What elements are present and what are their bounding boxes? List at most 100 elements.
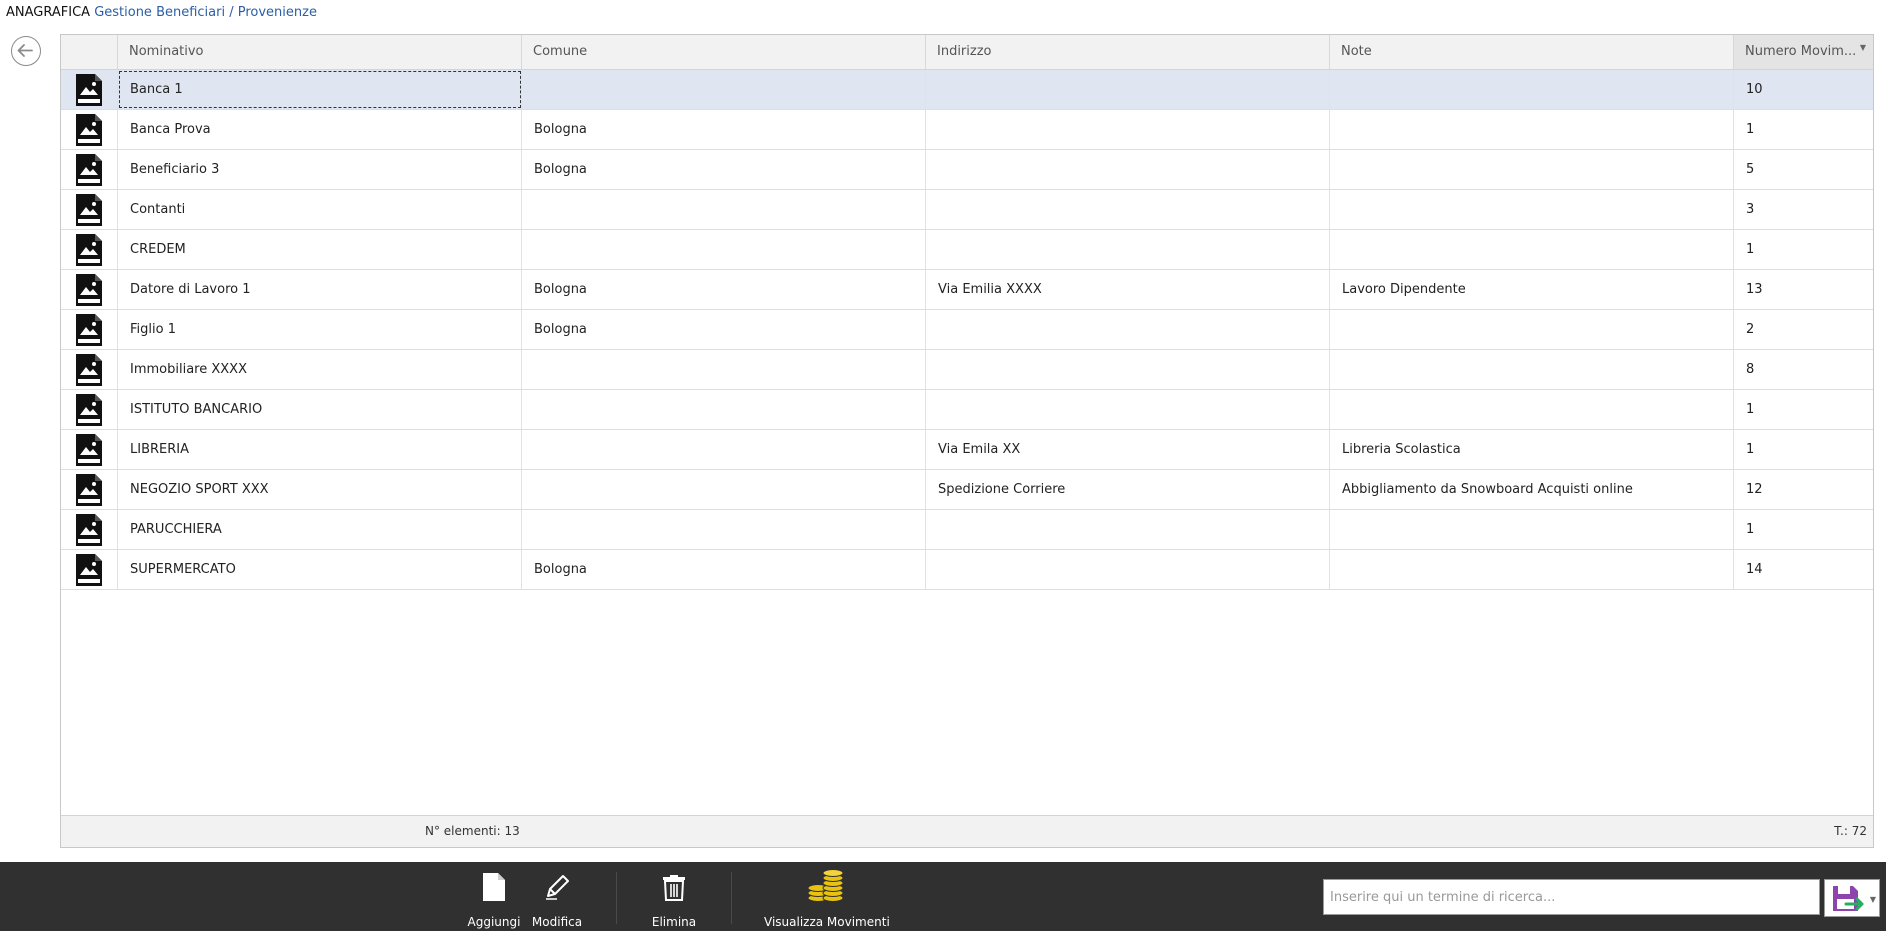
cell-indirizzo[interactable] [926,390,1330,429]
cell-nominativo[interactable]: Beneficiario 3 [118,150,522,189]
row-image-cell[interactable] [61,310,118,349]
table-row[interactable]: ISTITUTO BANCARIO 1 [61,390,1873,430]
cell-indirizzo[interactable] [926,510,1330,549]
table-row[interactable]: Banca Prova Bologna 1 [61,110,1873,150]
cell-note[interactable]: Abbigliamento da Snowboard Acquisti onli… [1330,470,1734,509]
cell-comune[interactable] [522,390,926,429]
cell-numero-movimenti[interactable]: 1 [1734,430,1873,469]
column-header-indirizzo[interactable]: Indirizzo [926,35,1330,69]
cell-indirizzo[interactable]: Spedizione Corriere [926,470,1330,509]
cell-numero-movimenti[interactable]: 1 [1734,510,1873,549]
cell-note[interactable] [1330,310,1734,349]
cell-indirizzo[interactable]: Via Emilia XXXX [926,270,1330,309]
save-button[interactable]: ▼ [1824,879,1880,917]
breadcrumb-trail-link[interactable]: Gestione Beneficiari / Provenienze [94,5,317,20]
cell-nominativo[interactable]: SUPERMERCATO [118,550,522,589]
cell-numero-movimenti[interactable]: 8 [1734,350,1873,389]
table-row[interactable]: Contanti 3 [61,190,1873,230]
table-row[interactable]: NEGOZIO SPORT XXX Spedizione Corriere Abbi… [61,470,1873,510]
chevron-down-icon[interactable]: ▼ [1870,895,1876,904]
cell-comune[interactable]: Bologna [522,150,926,189]
cell-comune[interactable] [522,230,926,269]
row-image-cell[interactable] [61,510,118,549]
row-image-cell[interactable] [61,350,118,389]
visualizza-movimenti-button[interactable]: Visualizza Movimenti [764,862,890,931]
row-image-cell[interactable] [61,110,118,149]
table-row[interactable]: Banca 1 10 [61,70,1873,110]
cell-indirizzo[interactable] [926,190,1330,229]
cell-nominativo[interactable]: Immobiliare XXXX [118,350,522,389]
cell-note[interactable] [1330,70,1734,109]
cell-indirizzo[interactable] [926,550,1330,589]
cell-nominativo[interactable]: NEGOZIO SPORT XXX [118,470,522,509]
cell-nominativo[interactable]: Banca Prova [118,110,522,149]
table-row[interactable]: LIBRERIA Via Emila XX Libreria Scolastica 1 [61,430,1873,470]
row-image-cell[interactable] [61,430,118,469]
cell-numero-movimenti[interactable]: 14 [1734,550,1873,589]
row-image-cell[interactable] [61,270,118,309]
cell-numero-movimenti[interactable]: 1 [1734,230,1873,269]
cell-comune[interactable] [522,470,926,509]
cell-nominativo[interactable]: ISTITUTO BANCARIO [118,390,522,429]
cell-note[interactable] [1330,350,1734,389]
cell-nominativo[interactable]: Banca 1 [118,70,522,109]
cell-indirizzo[interactable] [926,70,1330,109]
cell-note[interactable] [1330,110,1734,149]
column-header-nominativo[interactable]: Nominativo [118,35,522,69]
table-row[interactable]: PARUCCHIERA 1 [61,510,1873,550]
cell-numero-movimenti[interactable]: 5 [1734,150,1873,189]
cell-nominativo[interactable]: LIBRERIA [118,430,522,469]
cell-numero-movimenti[interactable]: 3 [1734,190,1873,229]
cell-note[interactable] [1330,390,1734,429]
aggiungi-button[interactable]: Aggiungi [466,862,522,931]
row-image-cell[interactable] [61,190,118,229]
cell-note[interactable] [1330,510,1734,549]
row-image-cell[interactable] [61,70,118,109]
cell-numero-movimenti[interactable]: 1 [1734,390,1873,429]
cell-nominativo[interactable]: PARUCCHIERA [118,510,522,549]
search-input[interactable] [1323,879,1820,915]
row-image-cell[interactable] [61,470,118,509]
cell-comune[interactable] [522,350,926,389]
column-header-numero-movimenti[interactable]: Numero Movim... ▼ [1734,35,1873,69]
cell-indirizzo[interactable] [926,110,1330,149]
cell-indirizzo[interactable] [926,150,1330,189]
cell-comune[interactable]: Bologna [522,270,926,309]
table-row[interactable]: CREDEM 1 [61,230,1873,270]
table-row[interactable]: Beneficiario 3 Bologna 5 [61,150,1873,190]
cell-comune[interactable] [522,70,926,109]
column-header-comune[interactable]: Comune [522,35,926,69]
cell-comune[interactable] [522,430,926,469]
cell-numero-movimenti[interactable]: 1 [1734,110,1873,149]
elimina-button[interactable]: Elimina [644,862,704,931]
cell-note[interactable] [1330,150,1734,189]
table-row[interactable]: Figlio 1 Bologna 2 [61,310,1873,350]
table-row[interactable]: Immobiliare XXXX 8 [61,350,1873,390]
modifica-button[interactable]: Modifica [527,862,587,931]
cell-nominativo[interactable]: CREDEM [118,230,522,269]
cell-numero-movimenti[interactable]: 13 [1734,270,1873,309]
cell-indirizzo[interactable]: Via Emila XX [926,430,1330,469]
cell-numero-movimenti[interactable]: 10 [1734,70,1873,109]
cell-indirizzo[interactable] [926,310,1330,349]
cell-indirizzo[interactable] [926,350,1330,389]
cell-note[interactable]: Libreria Scolastica [1330,430,1734,469]
cell-note[interactable] [1330,550,1734,589]
cell-comune[interactable] [522,510,926,549]
cell-comune[interactable] [522,190,926,229]
column-header-note[interactable]: Note [1330,35,1734,69]
cell-note[interactable]: Lavoro Dipendente [1330,270,1734,309]
cell-comune[interactable]: Bologna [522,310,926,349]
back-button[interactable] [11,36,41,66]
row-image-cell[interactable] [61,230,118,269]
table-row[interactable]: Datore di Lavoro 1 Bologna Via Emilia XXXX… [61,270,1873,310]
row-image-cell[interactable] [61,390,118,429]
cell-nominativo[interactable]: Contanti [118,190,522,229]
cell-note[interactable] [1330,230,1734,269]
cell-comune[interactable]: Bologna [522,550,926,589]
cell-numero-movimenti[interactable]: 12 [1734,470,1873,509]
cell-nominativo[interactable]: Figlio 1 [118,310,522,349]
row-image-cell[interactable] [61,150,118,189]
cell-indirizzo[interactable] [926,230,1330,269]
table-row[interactable]: SUPERMERCATO Bologna 14 [61,550,1873,590]
